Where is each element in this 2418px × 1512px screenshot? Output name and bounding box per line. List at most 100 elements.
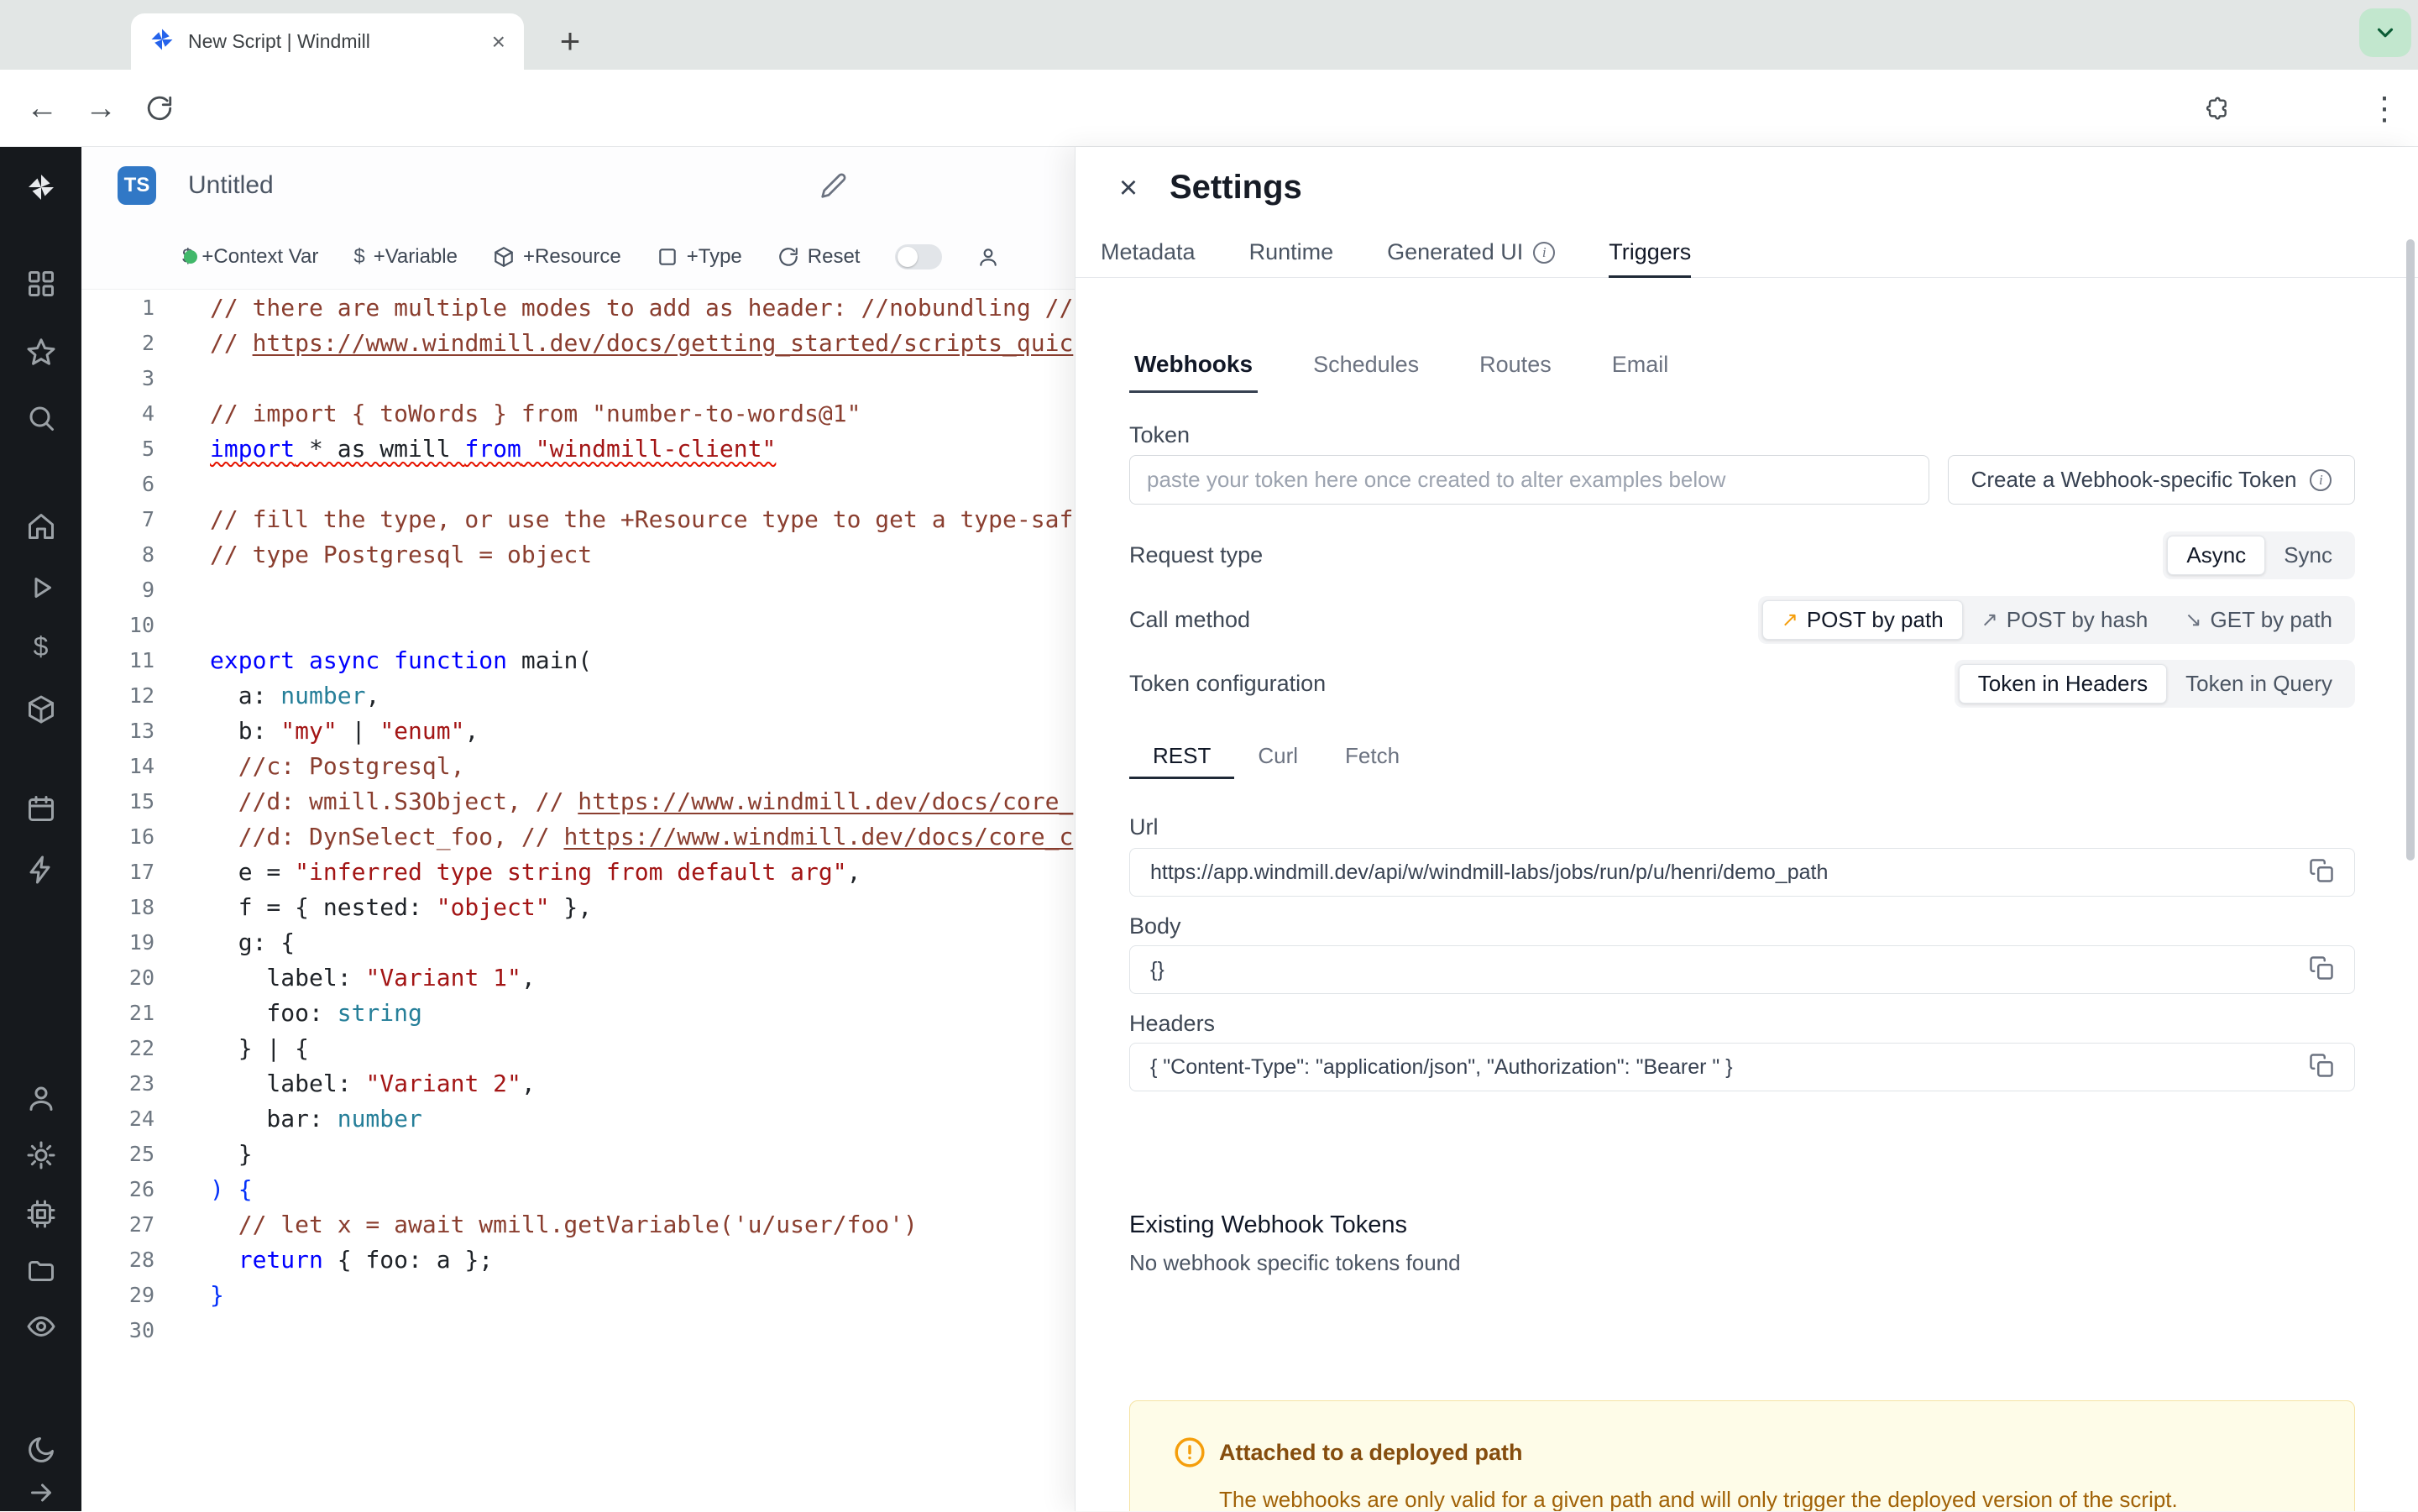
option-get-by-path[interactable]: ↘ GET by path xyxy=(2166,600,2351,640)
home-icon[interactable] xyxy=(26,511,56,541)
new-tab-button[interactable]: + xyxy=(547,18,593,64)
code-line[interactable]: 1// there are multiple modes to add as h… xyxy=(81,290,1075,325)
tab-runtime[interactable]: Runtime xyxy=(1249,228,1334,277)
forward-button[interactable]: → xyxy=(74,70,128,147)
editor-toggle[interactable] xyxy=(895,243,943,269)
code-line[interactable]: 13 b: "my" | "enum", xyxy=(81,713,1075,748)
code-line[interactable]: 28 return { foo: a }; xyxy=(81,1242,1075,1277)
copy-icon[interactable] xyxy=(2309,858,2334,887)
token-input[interactable] xyxy=(1129,455,1929,505)
tab-triggers[interactable]: Triggers xyxy=(1609,228,1692,278)
tab-curl[interactable]: Curl xyxy=(1234,732,1322,779)
code-line[interactable]: 27 // let x = await wmill.getVariable('u… xyxy=(81,1206,1075,1242)
subtab-routes[interactable]: Routes xyxy=(1474,336,1557,393)
code-line[interactable]: 16 //d: DynSelect_foo, // https://www.wi… xyxy=(81,819,1075,854)
code-line[interactable]: 11 export async function main( xyxy=(81,642,1075,678)
code-line[interactable]: 17 e = "inferred type string from defaul… xyxy=(81,854,1075,889)
script-title[interactable]: Untitled xyxy=(188,171,274,200)
line-number: 8 xyxy=(141,541,154,567)
code-line[interactable]: 29} xyxy=(81,1277,1075,1312)
code-line[interactable]: 10 xyxy=(81,607,1075,642)
add-variable-button[interactable]: $ +Variable xyxy=(353,245,458,269)
code-line[interactable]: 24 bar: number xyxy=(81,1101,1075,1136)
code-line[interactable]: 22 } | { xyxy=(81,1030,1075,1065)
code-line[interactable]: 23 label: "Variant 2", xyxy=(81,1065,1075,1101)
apps-icon[interactable] xyxy=(26,269,56,299)
code-line[interactable]: 18 f = { nested: "object" }, xyxy=(81,889,1075,924)
subtab-schedules[interactable]: Schedules xyxy=(1308,336,1424,393)
copy-icon[interactable] xyxy=(2309,1053,2334,1082)
user-icon[interactable] xyxy=(26,1083,56,1113)
code-line[interactable]: 30 xyxy=(81,1312,1075,1347)
close-settings-icon[interactable]: × xyxy=(1109,169,1148,207)
browser-tab[interactable]: New Script | Windmill × xyxy=(131,13,524,70)
line-number: 14 xyxy=(128,753,154,778)
copy-icon[interactable] xyxy=(2309,955,2334,985)
option-async[interactable]: Async xyxy=(2167,536,2266,575)
code-line[interactable]: 9 xyxy=(81,572,1075,607)
tab-search-chevron-button[interactable] xyxy=(2359,8,2411,57)
windmill-logo[interactable] xyxy=(26,172,56,202)
line-number: 24 xyxy=(128,1106,154,1131)
option-token-in-query[interactable]: Token in Query xyxy=(2167,664,2351,704)
subtab-webhooks[interactable]: Webhooks xyxy=(1129,336,1259,393)
tab-generated-ui[interactable]: Generated UI i xyxy=(1387,228,1556,277)
code-line[interactable]: 12 a: number, xyxy=(81,678,1075,713)
variables-icon[interactable]: $ xyxy=(0,631,81,662)
assistant-person-icon[interactable] xyxy=(977,246,999,268)
call-method-label: Call method xyxy=(1129,607,1251,632)
call-method-group: ↗ POST by path ↗ POST by hash ↘ GET by p… xyxy=(1757,596,2355,644)
code-line[interactable]: 20 label: "Variant 1", xyxy=(81,960,1075,995)
code-line[interactable]: 25 } xyxy=(81,1136,1075,1171)
extensions-icon[interactable] xyxy=(2190,70,2243,147)
create-webhook-token-button[interactable]: Create a Webhook-specific Token i xyxy=(1948,455,2355,505)
theme-toggle-moon-icon[interactable] xyxy=(26,1435,56,1465)
tab-metadata[interactable]: Metadata xyxy=(1101,228,1196,277)
option-post-by-hash[interactable]: ↗ POST by hash xyxy=(1963,600,2167,640)
code-line[interactable]: 26) { xyxy=(81,1171,1075,1206)
add-resource-button[interactable]: +Resource xyxy=(493,245,621,269)
edit-title-pencil-icon[interactable] xyxy=(820,172,847,199)
settings-gear-icon[interactable] xyxy=(26,1140,56,1170)
option-token-in-headers[interactable]: Token in Headers xyxy=(1958,664,2168,704)
code-line[interactable]: 21 foo: string xyxy=(81,995,1075,1030)
browser-menu-icon[interactable]: ⋮ xyxy=(2358,70,2411,147)
tab-rest[interactable]: REST xyxy=(1129,732,1235,779)
box-icon xyxy=(495,246,513,267)
reload-button[interactable] xyxy=(133,70,186,147)
line-number: 6 xyxy=(141,471,154,496)
expand-sidebar-icon[interactable] xyxy=(26,1478,56,1508)
code-line[interactable]: 14 //c: Postgresql, xyxy=(81,748,1075,783)
tab-close-icon[interactable]: × xyxy=(492,29,505,54)
subtab-email[interactable]: Email xyxy=(1607,336,1674,393)
folders-icon[interactable] xyxy=(26,1256,56,1286)
search-icon[interactable] xyxy=(26,403,56,433)
code-line[interactable]: 6 xyxy=(81,466,1075,501)
option-sync[interactable]: Sync xyxy=(2265,536,2351,575)
back-button[interactable]: ← xyxy=(15,70,69,147)
code-line[interactable]: 19 g: { xyxy=(81,924,1075,960)
add-context-var-button[interactable]: $ +Context Var xyxy=(182,245,318,269)
triggers-icon[interactable] xyxy=(26,855,56,885)
code-line[interactable]: 8// type Postgresql = object xyxy=(81,536,1075,572)
audit-logs-eye-icon[interactable] xyxy=(26,1311,56,1342)
code-line[interactable]: 15 //d: wmill.S3Object, // https://www.w… xyxy=(81,783,1075,819)
workers-icon[interactable] xyxy=(26,1199,56,1229)
scrollbar[interactable] xyxy=(2406,239,2415,861)
code-line[interactable]: 4// import { toWords } from "number-to-w… xyxy=(81,395,1075,431)
schedules-icon[interactable] xyxy=(26,793,56,824)
code-line[interactable]: 3 xyxy=(81,360,1075,395)
code-line[interactable]: 2// https://www.windmill.dev/docs/gettin… xyxy=(81,325,1075,360)
language-badge[interactable]: TS xyxy=(118,166,156,205)
option-post-by-path[interactable]: ↗ POST by path xyxy=(1761,600,1963,640)
tab-fetch[interactable]: Fetch xyxy=(1322,732,1423,779)
favorites-icon[interactable] xyxy=(26,337,56,367)
runs-icon[interactable] xyxy=(26,573,56,603)
code-line[interactable]: 5 import * as wmill from "windmill-client… xyxy=(81,431,1075,466)
reset-button[interactable]: Reset xyxy=(777,245,860,269)
tab-title: New Script | Windmill xyxy=(188,30,370,52)
add-type-button[interactable]: +Type xyxy=(657,245,742,269)
code-area[interactable]: 1// there are multiple modes to add as h… xyxy=(81,290,1075,1511)
resources-icon[interactable] xyxy=(26,694,56,725)
code-line[interactable]: 7// fill the type, or use the +Resource … xyxy=(81,501,1075,536)
